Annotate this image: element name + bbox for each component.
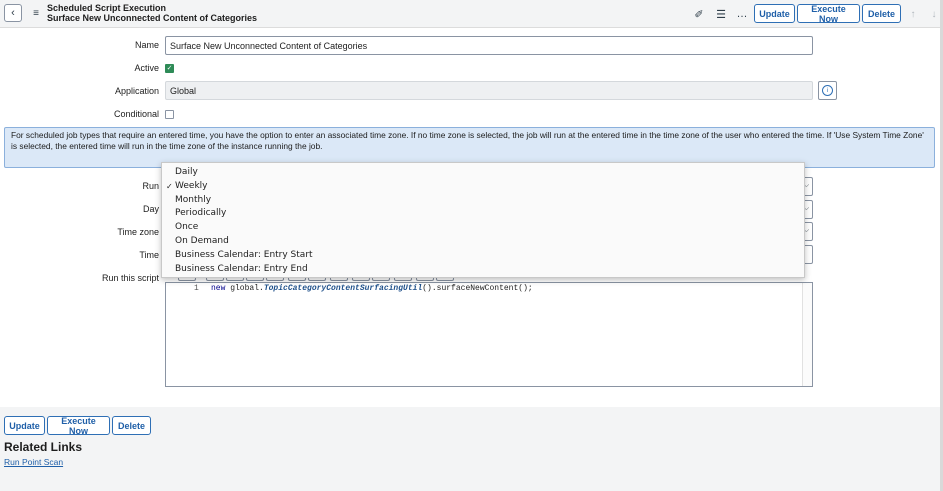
run-label: Run — [142, 181, 159, 191]
application-field: Global — [165, 81, 813, 100]
back-icon[interactable]: ‹ — [4, 4, 22, 22]
info-icon[interactable]: i — [818, 81, 837, 100]
footer-update-button[interactable]: Update — [4, 416, 45, 435]
delete-button[interactable]: Delete — [862, 4, 901, 23]
name-label: Name — [134, 40, 159, 50]
active-checkbox[interactable]: ✓ — [165, 64, 174, 73]
line-gutter — [166, 283, 202, 386]
arrow-up-icon[interactable]: ↑ — [907, 7, 919, 21]
run-option-calendar-end[interactable]: Business Calendar: Entry End — [162, 263, 804, 277]
execute-now-button[interactable]: Execute Now — [797, 4, 860, 24]
run-option-once[interactable]: Once — [162, 221, 804, 235]
related-links-title: Related Links — [4, 440, 83, 454]
menu-icon[interactable]: ≡ — [30, 6, 42, 20]
arrow-down-icon[interactable]: ↓ — [928, 7, 940, 21]
attachment-icon[interactable]: ✐ — [692, 7, 706, 21]
run-option-daily[interactable]: Daily — [162, 166, 804, 180]
footer-delete-button[interactable]: Delete — [112, 416, 151, 435]
more-icon[interactable]: … — [735, 7, 749, 21]
record-title: Surface New Unconnected Content of Categ… — [47, 13, 258, 23]
run-option-monthly[interactable]: Monthly — [162, 194, 804, 208]
application-label: Application — [114, 86, 159, 96]
run-option-periodically[interactable]: Periodically — [162, 207, 804, 221]
conditional-checkbox[interactable] — [165, 110, 174, 119]
settings-sliders-icon[interactable]: ☰ — [714, 7, 728, 21]
editor-scrollbar[interactable] — [802, 283, 812, 386]
code-suffix: ().surfaceNewContent(); — [422, 284, 533, 293]
checkmark-icon: ✓ — [166, 181, 173, 191]
script-editor[interactable]: 1 new global.TopicCategoryContentSurfaci… — [165, 282, 813, 387]
breadcrumb: Scheduled Script Execution — [47, 3, 167, 13]
run-option-calendar-start[interactable]: Business Calendar: Entry Start — [162, 249, 804, 263]
form-header: ‹ ≡ Scheduled Script Execution Surface N… — [0, 0, 940, 28]
active-label: Active — [134, 63, 159, 73]
run-dropdown-list: Daily ✓ Weekly Monthly Periodically Once … — [161, 162, 805, 278]
conditional-label: Conditional — [113, 109, 159, 119]
run-option-on-demand[interactable]: On Demand — [162, 235, 804, 249]
run-option-weekly[interactable]: ✓ Weekly — [162, 180, 804, 194]
line-number: 1 — [194, 284, 199, 293]
name-field[interactable]: Surface New Unconnected Content of Categ… — [165, 36, 813, 55]
day-label: Day — [142, 204, 159, 214]
code-keyword: new — [211, 284, 226, 293]
time-label: Time — [139, 250, 159, 260]
time-zone-label: Time zone — [117, 227, 159, 237]
script-label: Run this script — [101, 273, 159, 283]
script-code-line[interactable]: new global.TopicCategoryContentSurfacing… — [211, 284, 533, 293]
code-prefix: global. — [225, 284, 264, 293]
code-class-name: TopicCategoryContentSurfacingUtil — [263, 284, 423, 293]
footer-execute-now-button[interactable]: Execute Now — [47, 416, 110, 436]
run-point-scan-link[interactable]: Run Point Scan — [4, 457, 63, 467]
update-button[interactable]: Update — [754, 4, 795, 23]
